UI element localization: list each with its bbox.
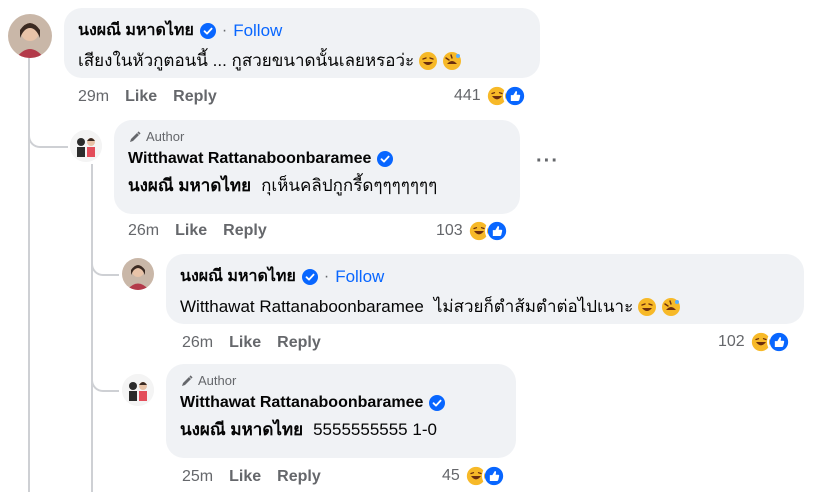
avatar[interactable] (8, 14, 52, 58)
comment-actions: 26m Like Reply (182, 334, 321, 352)
reaction-count: 441 (454, 87, 481, 104)
avatar[interactable] (122, 258, 154, 290)
comment-bubble: Author Witthawat Rattanaboonbaramee นงผณ… (166, 364, 516, 458)
comment-timestamp[interactable]: 26m (128, 222, 159, 240)
verified-badge-icon (199, 22, 216, 39)
comment-text: ไม่สวยก็ตำส้มตำต่อไปเนาะ (433, 297, 634, 316)
rolling-laughing-emoji-icon (662, 297, 681, 316)
like-button[interactable]: Like (229, 334, 261, 352)
reaction-count: 103 (436, 222, 463, 239)
grinning-sweat-emoji-icon (419, 51, 438, 70)
reaction-summary[interactable]: 102 (718, 330, 791, 354)
reaction-count: 102 (718, 333, 745, 350)
follow-button[interactable]: Follow (335, 267, 384, 287)
author-tag: Author (180, 373, 502, 388)
reaction-summary[interactable]: 441 (454, 84, 527, 108)
reply-button[interactable]: Reply (173, 88, 217, 106)
reply-button[interactable]: Reply (277, 468, 321, 486)
reply-button[interactable]: Reply (223, 222, 267, 240)
verified-badge-icon (429, 395, 446, 411)
mention-link[interactable]: นงผณี มหาดไทย (128, 172, 251, 199)
separator-dot: · (221, 21, 228, 39)
comment-actions: 25m Like Reply (182, 468, 321, 486)
reaction-count: 45 (442, 467, 460, 484)
thread-line-main (28, 58, 30, 492)
author-tag-label: Author (146, 129, 185, 144)
pencil-author-icon (130, 130, 141, 142)
comment-actions: 29m Like Reply (78, 88, 217, 106)
avatar[interactable] (70, 130, 102, 162)
comment-text: 5555555555 1-0 (313, 419, 437, 439)
comment-author-name[interactable]: นงผณี มหาดไทย (180, 264, 296, 289)
like-button[interactable]: Like (175, 222, 207, 240)
comment-bubble: นงผณี มหาดไทย · Follow Witthawat Rattana… (166, 254, 804, 324)
comment-timestamp[interactable]: 25m (182, 468, 213, 486)
author-tag: Author (128, 129, 506, 144)
comment-timestamp[interactable]: 26m (182, 334, 213, 352)
thread-elbow-1 (28, 128, 68, 148)
like-reaction-icon (481, 464, 506, 488)
verified-badge-icon (301, 268, 318, 285)
thread-elbow-2 (91, 256, 119, 276)
rolling-laughing-emoji-icon (443, 51, 462, 70)
comment-actions: 26m Like Reply (128, 222, 267, 240)
comment-author-name[interactable]: Witthawat Rattanaboonbaramee (128, 150, 371, 168)
like-button[interactable]: Like (125, 88, 157, 106)
comment-bubble: นงผณี มหาดไทย · Follow เสียงในหัวกูตอนนี… (64, 8, 540, 78)
follow-button[interactable]: Follow (233, 21, 282, 41)
comment-text-row: เสียงในหัวกูตอนนี้ ... กูสวยขนาดนั้นเลยห… (78, 47, 526, 74)
pencil-author-icon (182, 374, 193, 386)
like-button[interactable]: Like (229, 468, 261, 486)
comment-timestamp[interactable]: 29m (78, 88, 109, 106)
mention-link[interactable]: นงผณี มหาดไทย (180, 416, 303, 443)
comment-author-name[interactable]: นงผณี มหาดไทย (78, 18, 194, 43)
comment-author-name[interactable]: Witthawat Rattanaboonbaramee (180, 394, 423, 412)
reaction-summary[interactable]: 103 (436, 219, 509, 243)
like-reaction-icon (502, 84, 527, 108)
comment-text-row: Witthawat Rattanaboonbaramee ไม่สวยก็ตำส… (180, 293, 790, 320)
comment-bubble: Author Witthawat Rattanaboonbaramee นงผณ… (114, 120, 520, 214)
like-reaction-icon (484, 219, 509, 243)
author-tag-label: Author (198, 373, 237, 388)
mention-link[interactable]: Witthawat Rattanaboonbaramee (180, 297, 424, 317)
comment-text-row: นงผณี มหาดไทย 5555555555 1-0 (180, 416, 502, 443)
reply-button[interactable]: Reply (277, 334, 321, 352)
separator-dot: · (323, 267, 330, 285)
grinning-sweat-emoji-icon (638, 297, 657, 316)
more-options-button[interactable]: ··· (536, 150, 559, 173)
like-reaction-icon (766, 330, 791, 354)
thread-elbow-3 (91, 372, 119, 392)
verified-badge-icon (377, 151, 394, 167)
avatar[interactable] (122, 374, 154, 406)
comment-text: เสียงในหัวกูตอนนี้ ... กูสวยขนาดนั้นเลยห… (78, 51, 415, 70)
comment-text: กุเห็นคลิปกูกรี้ดๆๆๆๆๆๆๆ (261, 176, 438, 195)
comment-text-row: นงผณี มหาดไทย กุเห็นคลิปกูกรี้ดๆๆๆๆๆๆๆ (128, 172, 506, 199)
thread-line-nested (91, 164, 93, 492)
reaction-summary[interactable]: 45 (442, 464, 506, 488)
